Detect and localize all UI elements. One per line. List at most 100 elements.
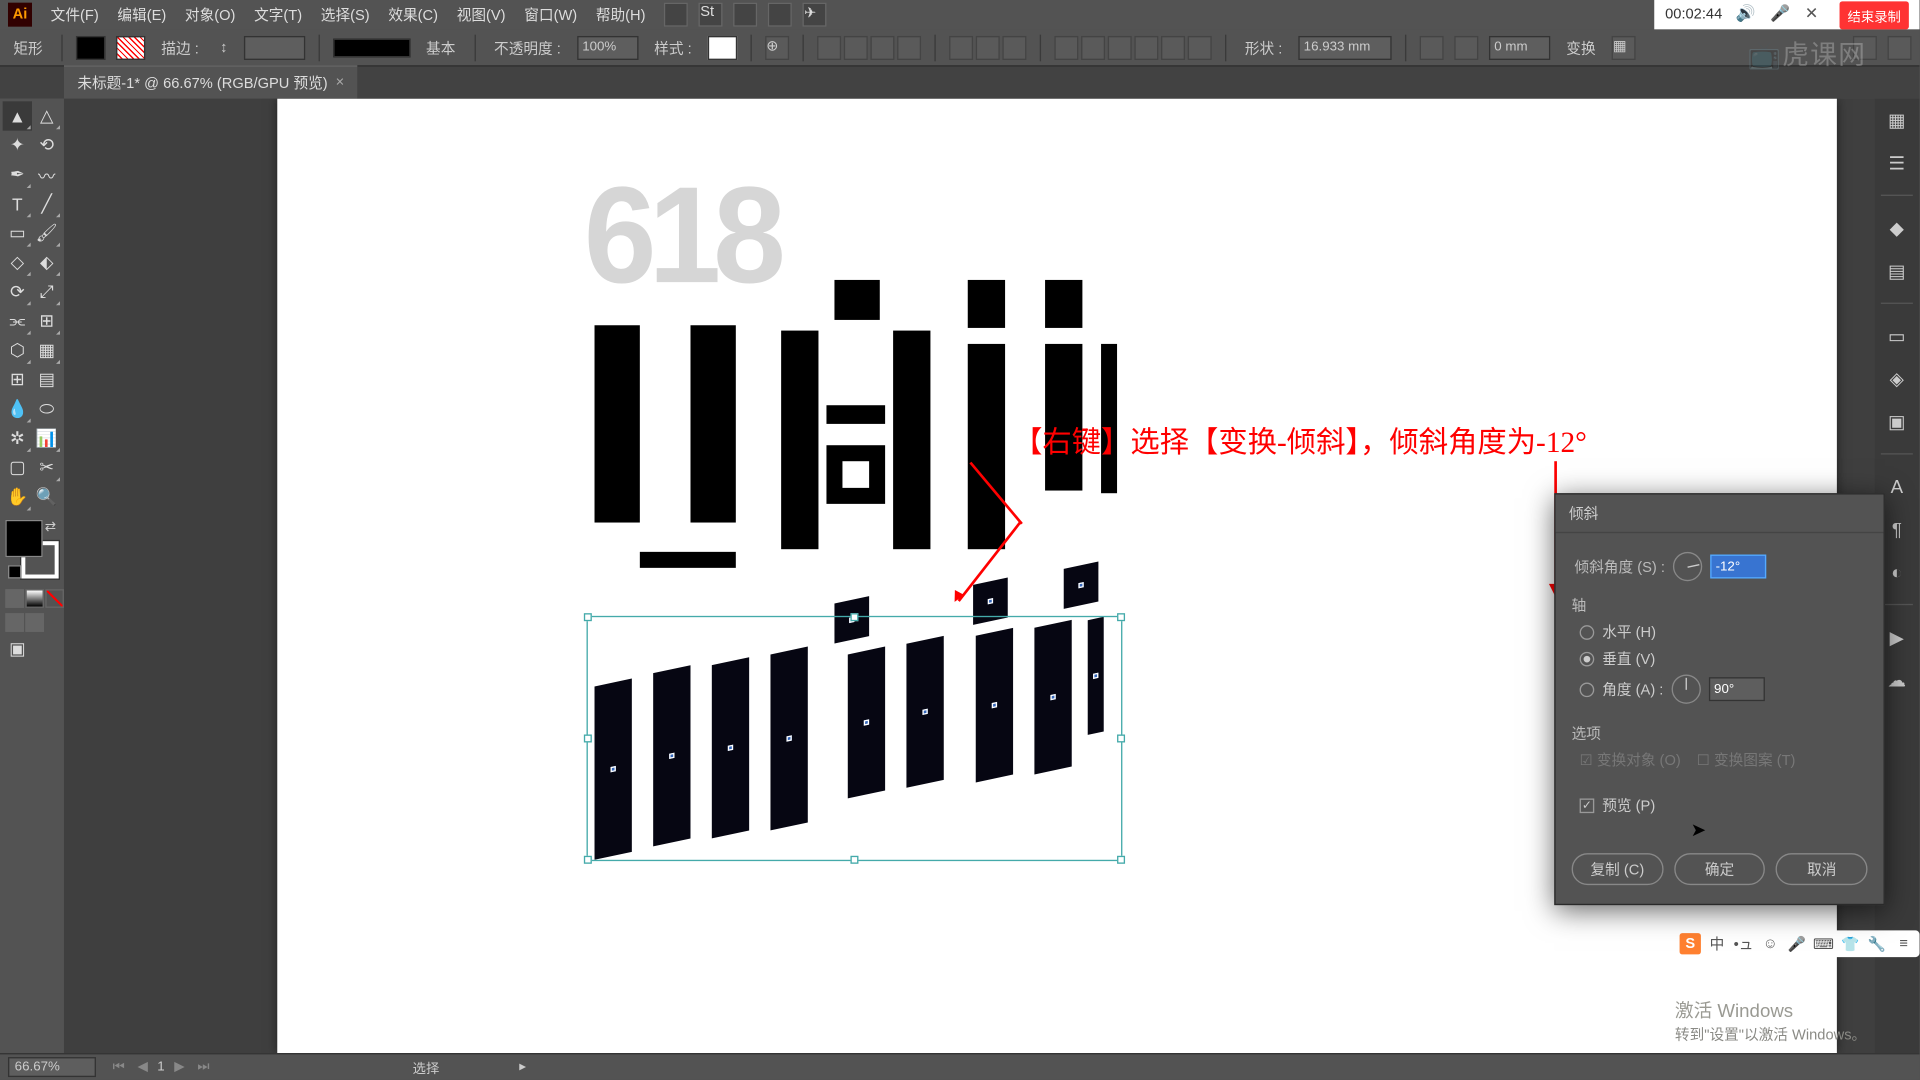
tool-pen[interactable]: ✒ xyxy=(3,160,32,189)
tool-paintbrush[interactable]: 🖌 xyxy=(32,219,61,248)
panel-icon-appearance[interactable]: ◐ xyxy=(1881,556,1913,588)
screen-mode-2[interactable] xyxy=(25,613,44,632)
angle2-dial[interactable] xyxy=(1671,674,1700,703)
tool-lasso[interactable]: ⟲ xyxy=(32,131,61,160)
stroke-style-preview[interactable] xyxy=(333,38,410,57)
ime-menu-icon[interactable]: ≡ xyxy=(1893,933,1914,954)
panel-icon-properties[interactable]: ▦ xyxy=(1881,104,1913,136)
nav-last-icon[interactable]: ⏭ xyxy=(194,1060,213,1075)
tool-zoom[interactable]: 🔍 xyxy=(32,483,61,512)
tool-blend[interactable]: ⬭ xyxy=(32,395,61,424)
tool-line[interactable]: ╱ xyxy=(32,189,61,218)
recorder-vol-icon[interactable]: 🔊 xyxy=(1736,4,1757,25)
tool-perspective[interactable]: ▦ xyxy=(32,336,61,365)
tool-graph[interactable]: 📊 xyxy=(32,424,61,453)
document-tab[interactable]: 未标题-1* @ 66.67% (RGB/GPU 预览) × xyxy=(64,65,358,98)
ime-mic-icon[interactable]: 🎤 xyxy=(1786,933,1807,954)
menu-icon-3[interactable] xyxy=(734,3,758,27)
status-expand-icon[interactable]: ▸ xyxy=(519,1060,526,1075)
x-input[interactable]: 0 mm xyxy=(1489,35,1550,59)
mode-gradient[interactable] xyxy=(25,589,44,608)
tool-artboard[interactable]: ▢ xyxy=(3,453,32,482)
menu-view[interactable]: 视图(V) xyxy=(449,1,514,28)
cancel-button[interactable]: 取消 xyxy=(1776,853,1868,885)
recorder-mic-icon[interactable]: 🎤 xyxy=(1770,4,1791,25)
tool-rectangle[interactable]: ▭ xyxy=(3,219,32,248)
ime-skin-icon[interactable]: 👕 xyxy=(1840,933,1861,954)
sheared-selection[interactable] xyxy=(587,605,1123,861)
tool-hand[interactable]: ✋ xyxy=(3,483,32,512)
menu-icon-5[interactable]: ✈ xyxy=(803,3,827,27)
opt-icon-globe[interactable]: ⊕ xyxy=(765,35,789,59)
opt-extra-2[interactable] xyxy=(1888,35,1912,59)
stroke-swatch[interactable] xyxy=(116,35,145,59)
panel-icon-paragraph[interactable]: ¶ xyxy=(1881,513,1913,545)
align-icon-1[interactable] xyxy=(817,35,841,59)
valign-icon-2[interactable] xyxy=(976,35,1000,59)
menu-edit[interactable]: 编辑(E) xyxy=(109,1,174,28)
valign-icon-1[interactable] xyxy=(949,35,973,59)
nav-next-icon[interactable]: ▶ xyxy=(170,1060,189,1075)
nav-first-icon[interactable]: ⏮ xyxy=(109,1060,128,1075)
panel-icon-cc[interactable]: ☁ xyxy=(1881,664,1913,696)
ime-punct-icon[interactable]: •ュ xyxy=(1733,933,1754,954)
ime-tool-icon[interactable]: 🔧 xyxy=(1866,933,1887,954)
menu-window[interactable]: 窗口(W) xyxy=(516,1,585,28)
stroke-weight-input[interactable] xyxy=(243,35,304,59)
menu-effect[interactable]: 效果(C) xyxy=(380,1,446,28)
tool-type[interactable]: T xyxy=(3,189,32,218)
tool-shaper[interactable]: ◇ xyxy=(3,248,32,277)
align-icon-3[interactable] xyxy=(870,35,894,59)
tool-eyedropper[interactable]: 💧 xyxy=(3,395,32,424)
dist-icon-6[interactable] xyxy=(1188,35,1212,59)
screen-mode-toggle[interactable]: ▣ xyxy=(3,635,32,664)
align-icon-2[interactable] xyxy=(844,35,868,59)
panel-icon-play[interactable]: ▶ xyxy=(1881,621,1913,653)
menu-icon-4[interactable] xyxy=(768,3,792,27)
fill-color[interactable] xyxy=(5,520,42,557)
tool-shape-builder[interactable]: ⬡ xyxy=(3,336,32,365)
dist-icon-2[interactable] xyxy=(1081,35,1105,59)
fill-swatch[interactable] xyxy=(76,35,105,59)
tab-close-icon[interactable]: × xyxy=(336,75,345,91)
tool-eraser[interactable]: ⬖ xyxy=(32,248,61,277)
angle2-input[interactable] xyxy=(1709,677,1765,701)
copy-button[interactable]: 复制 (C) xyxy=(1572,853,1664,885)
panel-icon-libraries[interactable]: ☰ xyxy=(1881,147,1913,179)
screen-mode-1[interactable] xyxy=(5,613,24,632)
opt-icon-grid[interactable]: ▦ xyxy=(1612,35,1636,59)
menu-icon-1[interactable] xyxy=(664,3,688,27)
dist-icon-4[interactable] xyxy=(1134,35,1158,59)
ime-kb-icon[interactable]: ⌨ xyxy=(1813,933,1834,954)
menu-text[interactable]: 文字(T) xyxy=(246,1,310,28)
default-fs-icon[interactable] xyxy=(8,565,21,578)
recorder-close-icon[interactable]: ✕ xyxy=(1805,4,1826,25)
panel-icon-layers[interactable]: ◈ xyxy=(1881,363,1913,395)
angle-dial[interactable] xyxy=(1673,552,1702,581)
menu-object[interactable]: 对象(O) xyxy=(177,1,244,28)
ime-sogou-icon[interactable]: S xyxy=(1680,933,1701,954)
panel-icon-artboards[interactable]: ▣ xyxy=(1881,405,1913,437)
nav-prev-icon[interactable]: ◀ xyxy=(133,1060,152,1075)
tool-curvature[interactable]: 〰 xyxy=(32,160,61,189)
radio-angle[interactable]: 角度 (A) : xyxy=(1572,674,1868,703)
tool-rotate[interactable]: ⟳ xyxy=(3,277,32,306)
stroke-arrow-icon[interactable]: ↕ xyxy=(215,38,233,57)
radio-vertical[interactable]: 垂直 (V) xyxy=(1572,648,1868,669)
opt-icon-x1[interactable] xyxy=(1420,35,1444,59)
ime-bar[interactable]: S 中 •ュ ☺ 🎤 ⌨ 👕 🔧 ≡ xyxy=(1674,930,1919,957)
dist-icon-5[interactable] xyxy=(1161,35,1185,59)
swap-fill-stroke-icon[interactable]: ⇄ xyxy=(45,520,56,535)
tool-magic-wand[interactable]: ✦ xyxy=(3,131,32,160)
ok-button[interactable]: 确定 xyxy=(1674,853,1766,885)
shear-angle-input[interactable] xyxy=(1710,555,1766,579)
panel-icon-brushes[interactable]: ▭ xyxy=(1881,320,1913,352)
radio-horizontal[interactable]: 水平 (H) xyxy=(1572,621,1868,642)
menu-select[interactable]: 选择(S) xyxy=(313,1,378,28)
recorder-stop-button[interactable]: 结束录制 xyxy=(1840,1,1909,29)
panel-icon-swatches[interactable]: ▤ xyxy=(1881,255,1913,287)
zoom-input[interactable]: 66.67% xyxy=(8,1057,96,1077)
tool-selection[interactable]: ▲ xyxy=(3,101,32,130)
tool-symbol-sprayer[interactable]: ✲ xyxy=(3,424,32,453)
panel-icon-type[interactable]: A xyxy=(1881,471,1913,503)
